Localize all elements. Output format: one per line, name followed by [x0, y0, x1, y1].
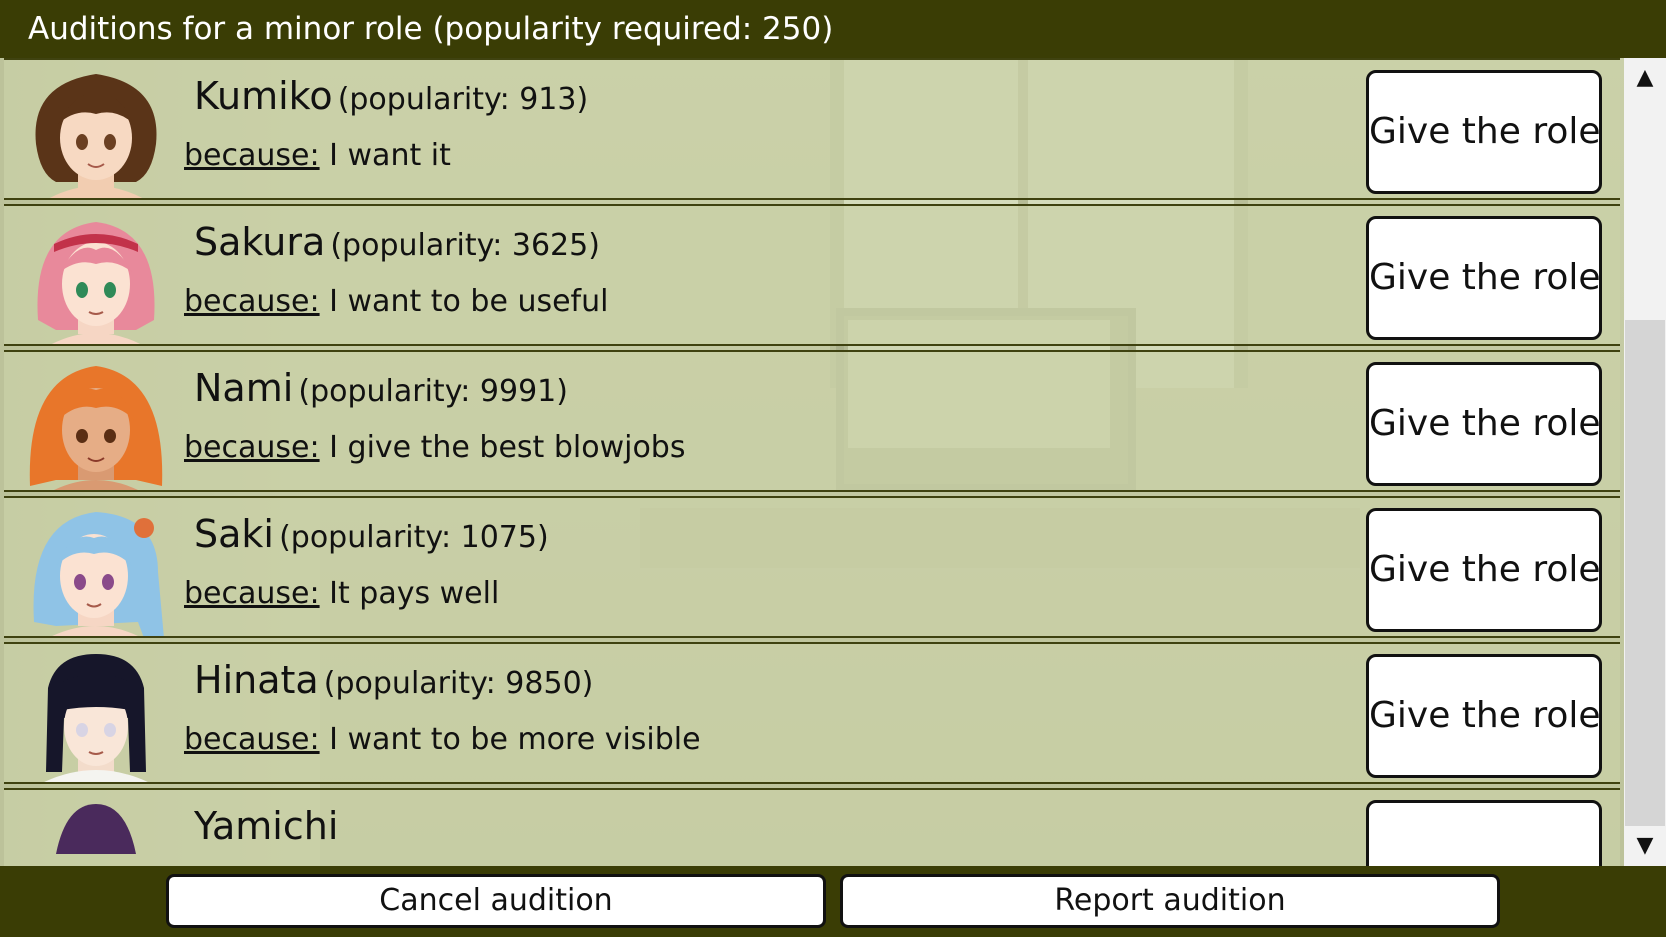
- character-portrait: [26, 64, 166, 198]
- character-portrait: [26, 648, 166, 782]
- give-role-button[interactable]: Give the role: [1366, 70, 1602, 194]
- character-portrait: [26, 502, 166, 636]
- audition-reason: I give the best blowjobs: [329, 430, 686, 465]
- character-name: Yamichi: [194, 804, 339, 848]
- scroll-down-icon[interactable]: ▼: [1624, 826, 1666, 866]
- popularity-value: (popularity: 9991): [298, 374, 568, 409]
- give-role-button[interactable]: Give the role: [1366, 362, 1602, 486]
- character-name: Kumiko: [194, 74, 333, 118]
- title-bar: Auditions for a minor role (popularity r…: [0, 0, 1666, 58]
- scroll-up-icon[interactable]: ▲: [1624, 58, 1666, 98]
- report-audition-button[interactable]: Report audition: [840, 874, 1500, 928]
- popularity-value: (popularity: 9850): [323, 666, 594, 701]
- audition-reason: I want it: [329, 138, 451, 173]
- audition-reason: I want to be useful: [329, 284, 609, 319]
- audition-row: Sakura (popularity: 3625) because: I wan…: [4, 204, 1620, 346]
- give-role-button[interactable]: Give the role: [1366, 508, 1602, 632]
- audition-reason: I want to be more visible: [329, 722, 701, 757]
- scrollbar[interactable]: ▲ ▼: [1624, 58, 1666, 866]
- character-portrait: [26, 356, 166, 490]
- audition-reason: It pays well: [329, 576, 500, 611]
- page-title: Auditions for a minor role (popularity r…: [28, 11, 834, 47]
- popularity-value: (popularity: 3625): [330, 228, 600, 263]
- popularity-value: (popularity: 1075): [279, 520, 549, 555]
- because-label: because:: [184, 722, 320, 757]
- because-label: because:: [184, 430, 320, 465]
- audition-row-partial: Yamichi: [4, 788, 1620, 866]
- character-name: Nami: [194, 366, 294, 410]
- give-role-button[interactable]: [1366, 800, 1602, 866]
- popularity-value: (popularity: 913): [337, 82, 589, 117]
- audition-list[interactable]: Kumiko (popularity: 913) because: I want…: [0, 58, 1624, 866]
- character-name: Sakura: [194, 220, 326, 264]
- character-name: Saki: [194, 512, 274, 556]
- because-label: because:: [184, 284, 320, 319]
- scroll-thumb[interactable]: [1625, 320, 1665, 826]
- audition-row: Nami (popularity: 9991) because: I give …: [4, 350, 1620, 492]
- because-label: because:: [184, 138, 320, 173]
- character-name: Hinata: [194, 658, 319, 702]
- audition-row: Saki (popularity: 1075) because: It pays…: [4, 496, 1620, 638]
- give-role-button[interactable]: Give the role: [1366, 216, 1602, 340]
- audition-row: Hinata (popularity: 9850) because: I wan…: [4, 642, 1620, 784]
- cancel-audition-button[interactable]: Cancel audition: [166, 874, 826, 928]
- audition-row: Kumiko (popularity: 913) because: I want…: [4, 58, 1620, 200]
- because-label: because:: [184, 576, 320, 611]
- character-portrait: [26, 210, 166, 344]
- character-portrait: [26, 794, 166, 866]
- give-role-button[interactable]: Give the role: [1366, 654, 1602, 778]
- bottom-bar: Cancel audition Report audition: [0, 866, 1666, 937]
